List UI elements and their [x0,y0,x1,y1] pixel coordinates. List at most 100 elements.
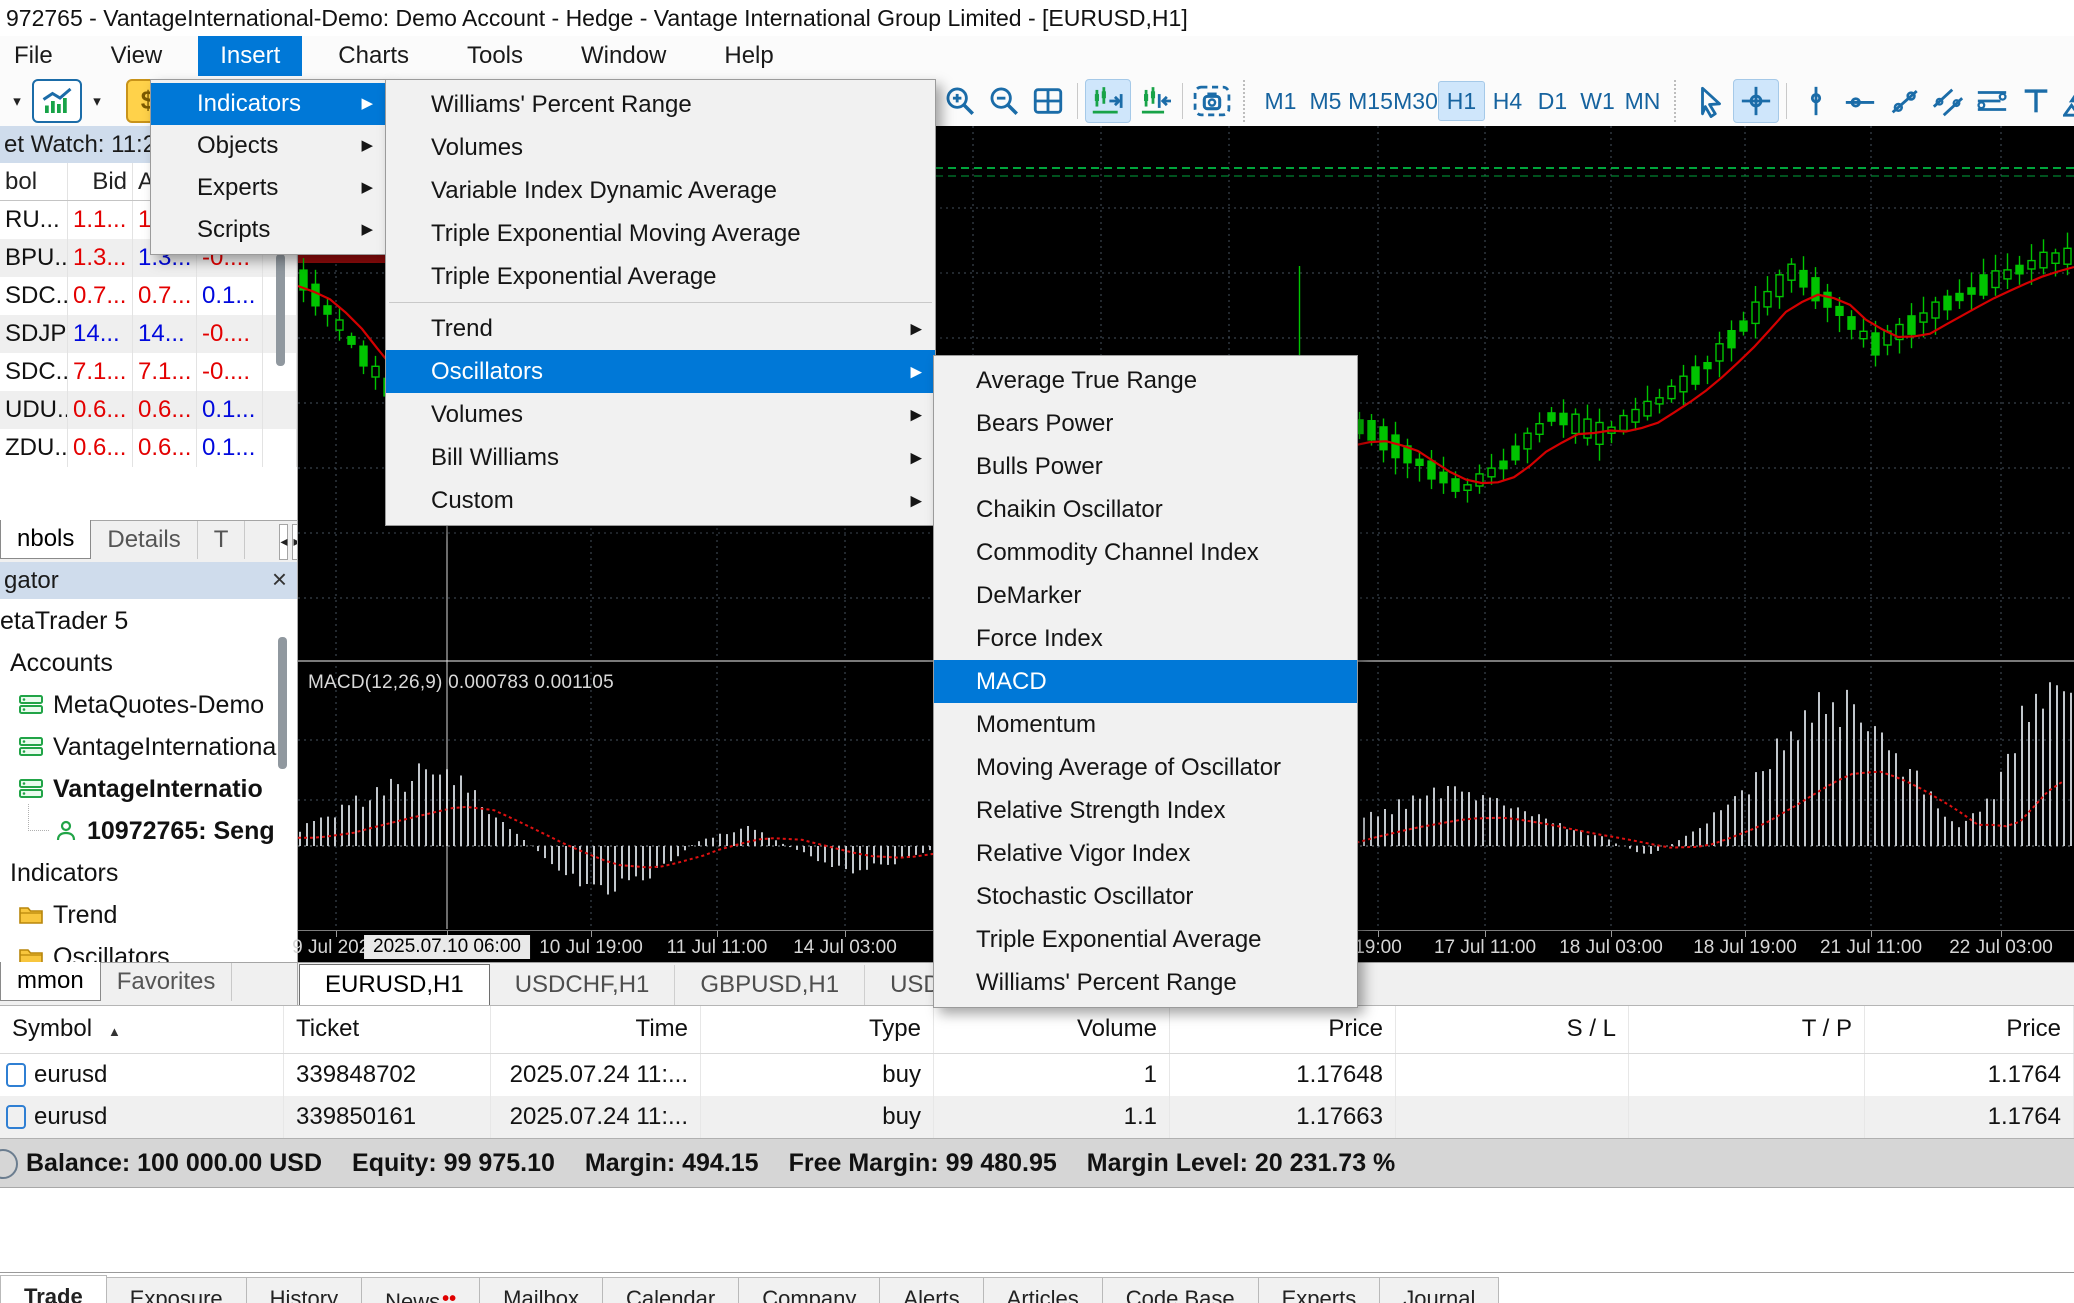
menu-item-demarker[interactable]: DeMarker [934,574,1357,617]
tile-windows-icon[interactable] [1026,80,1070,122]
menu-item-trend[interactable]: Trend▶ [386,307,935,350]
tab-mmon[interactable]: mmon [0,962,101,1001]
navigator-item-indicators[interactable]: Indicators [0,852,297,894]
menu-window[interactable]: Window [559,36,688,76]
terminal-tab-company[interactable]: Company [739,1277,880,1303]
menu-item-volumes[interactable]: Volumes [386,126,935,169]
terminal-tab-calendar[interactable]: Calendar [603,1277,739,1303]
timeframe-w1[interactable]: W1 [1575,82,1620,120]
market-watch-row[interactable]: SDJPY14...14...-0.... [0,315,297,353]
terminal-tab-experts[interactable]: Experts [1259,1277,1381,1303]
navigator-item-vantageinternationa[interactable]: VantageInternationa [0,726,297,768]
terminal-tab-journal[interactable]: Journal [1380,1277,1499,1303]
column-header-time[interactable]: Time [491,1006,701,1053]
menu-item-triple-exponential-moving-average[interactable]: Triple Exponential Moving Average [386,212,935,255]
menu-item-momentum[interactable]: Momentum [934,703,1357,746]
market-watch-row[interactable]: SDC...7.1...7.1...-0.... [0,353,297,391]
dropdown-caret-icon[interactable]: ▾ [6,92,28,110]
column-header-bol[interactable]: bol [0,163,68,200]
column-header-symbol[interactable]: Symbol▲ [0,1006,284,1053]
crosshair-icon[interactable] [1733,79,1779,123]
menu-item-triple-exponential-average[interactable]: Triple Exponential Average [386,255,935,298]
close-icon[interactable]: × [272,562,287,596]
market-watch-row[interactable]: UDU...0.6...0.6...0.1... [0,391,297,429]
timeframe-m5[interactable]: M5 [1303,82,1348,120]
column-header-price-2[interactable]: Price [1865,1006,2074,1053]
menu-item-commodity-channel-index[interactable]: Commodity Channel Index [934,531,1357,574]
terminal-tab-code-base[interactable]: Code Base [1103,1277,1259,1303]
fibo-lines-icon[interactable] [1970,80,2014,122]
timeframe-mn[interactable]: MN [1620,82,1665,120]
market-watch-row[interactable]: SDC...0.7...0.7...0.1... [0,277,297,315]
navigator-scrollbar[interactable] [278,637,287,769]
menu-charts[interactable]: Charts [316,36,431,76]
menu-item-moving-average-of-oscillator[interactable]: Moving Average of Oscillator [934,746,1357,789]
timeframe-h1[interactable]: H1 [1438,81,1485,121]
tab-favorites[interactable]: Favorites [101,963,233,1001]
menu-item-force-index[interactable]: Force Index [934,617,1357,660]
menu-item-macd[interactable]: MACD [934,660,1357,703]
scroll-left-icon[interactable]: ◂ [279,524,288,560]
column-header-price[interactable]: Price [1170,1006,1396,1053]
timeframe-h4[interactable]: H4 [1485,82,1530,120]
column-header-t-p[interactable]: T / P [1629,1006,1865,1053]
terminal-tab-exposure[interactable]: Exposure [107,1277,247,1303]
column-header-type[interactable]: Type [701,1006,934,1053]
cursor-icon[interactable] [1689,80,1733,122]
menu-insert[interactable]: Insert [198,36,302,76]
menu-item-bears-power[interactable]: Bears Power [934,402,1357,445]
shift-left-icon[interactable] [1131,80,1175,122]
timeframe-m30[interactable]: M30 [1393,82,1438,120]
navigator-item-accounts[interactable]: Accounts [0,642,297,684]
tab-t[interactable]: T [198,521,246,559]
menu-item-scripts[interactable]: Scripts▶ [151,209,386,251]
dropdown-caret-icon[interactable]: ▾ [86,92,108,110]
menu-item-triple-exponential-average[interactable]: Triple Exponential Average [934,918,1357,961]
chart-tab-usdchf-h1[interactable]: USDCHF,H1 [490,965,676,1005]
navigator-item-trend[interactable]: Trend [0,894,297,936]
shift-end-icon[interactable] [1085,79,1131,123]
chart-tab-eurusd-h1[interactable]: EURUSD,H1 [299,964,490,1006]
horizontal-line-icon[interactable] [1838,80,1882,122]
terminal-tab-history[interactable]: History [247,1277,362,1303]
timeframe-m1[interactable]: M1 [1258,82,1303,120]
market-watch-row[interactable]: ZDU...0.6...0.6...0.1... [0,429,297,467]
tab-details[interactable]: Details [91,521,197,559]
text-tool-icon[interactable] [2014,80,2058,122]
market-watch-scrollbar[interactable] [276,254,285,366]
menu-item-bill-williams[interactable]: Bill Williams▶ [386,436,935,479]
menu-item-chaikin-oscillator[interactable]: Chaikin Oscillator [934,488,1357,531]
menu-help[interactable]: Help [702,36,795,76]
column-header-bid[interactable]: Bid [68,163,133,200]
menu-item-relative-vigor-index[interactable]: Relative Vigor Index [934,832,1357,875]
menu-item-indicators[interactable]: Indicators▶ [151,83,386,125]
timeframe-m15[interactable]: M15 [1348,82,1393,120]
menu-item-relative-strength-index[interactable]: Relative Strength Index [934,789,1357,832]
terminal-tab-mailbox[interactable]: Mailbox [480,1277,603,1303]
menu-tools[interactable]: Tools [445,36,545,76]
menu-item-williams-percent-range[interactable]: Williams' Percent Range [934,961,1357,1004]
terminal-tab-alerts[interactable]: Alerts [880,1277,983,1303]
screenshot-icon[interactable] [1190,80,1234,122]
trendline-icon[interactable] [1882,80,1926,122]
navigator-item-10972765-seng[interactable]: 10972765: Seng [0,810,297,852]
chart-tab-gbpusd-h1[interactable]: GBPUSD,H1 [675,965,865,1005]
timeframe-d1[interactable]: D1 [1530,82,1575,120]
terminal-tab-trade[interactable]: Trade [0,1275,107,1303]
column-header-s-l[interactable]: S / L [1396,1006,1629,1053]
menu-item-average-true-range[interactable]: Average True Range [934,359,1357,402]
shapes-icon[interactable] [2058,80,2074,122]
column-header-volume[interactable]: Volume [934,1006,1170,1053]
terminal-tab-articles[interactable]: Articles [984,1277,1103,1303]
channel-icon[interactable] [1926,80,1970,122]
menu-file[interactable]: File [0,36,75,76]
menu-item-custom[interactable]: Custom▶ [386,479,935,522]
menu-view[interactable]: View [89,36,185,76]
menu-item-stochastic-oscillator[interactable]: Stochastic Oscillator [934,875,1357,918]
zoom-in-icon[interactable] [938,80,982,122]
menu-item-williams-percent-range[interactable]: Williams' Percent Range [386,83,935,126]
column-header-ticket[interactable]: Ticket [284,1006,491,1053]
menu-item-volumes[interactable]: Volumes▶ [386,393,935,436]
menu-item-oscillators[interactable]: Oscillators▶ [386,350,935,393]
trade-row[interactable]: eurusd3398487022025.07.24 11:...buy11.17… [0,1054,2074,1096]
